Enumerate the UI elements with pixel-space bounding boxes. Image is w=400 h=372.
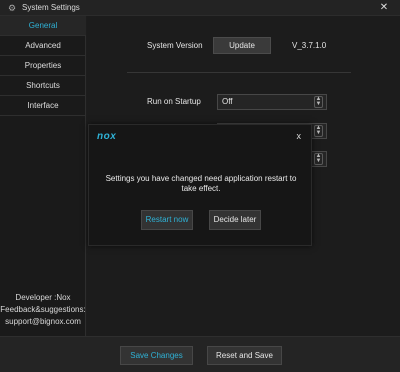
chevron-updown-icon: ▲ ▼ (314, 153, 323, 165)
system-version-label: System Version (147, 41, 203, 50)
decide-later-button[interactable]: Decide later (209, 210, 261, 230)
sidebar-item-general[interactable]: General (0, 16, 86, 36)
window-title: System Settings (22, 3, 80, 12)
close-icon[interactable]: ✕ (378, 1, 390, 15)
sidebar-item-interface[interactable]: Interface (0, 96, 86, 116)
run-on-startup-value: Off (222, 97, 233, 106)
dialog-close-icon[interactable]: x (297, 131, 302, 141)
run-on-startup-select[interactable]: Off ▲ ▼ (217, 94, 327, 110)
chevron-updown-icon: ▲ ▼ (314, 96, 323, 108)
sidebar-item-properties[interactable]: Properties (0, 56, 86, 76)
run-on-startup-label: Run on Startup (147, 97, 201, 106)
divider (127, 72, 351, 73)
footer-bar: Save Changes Reset and Save (0, 336, 400, 372)
chevron-updown-icon: ▲ ▼ (314, 125, 323, 137)
sidebar-item-advanced[interactable]: Advanced (0, 36, 86, 56)
save-changes-button[interactable]: Save Changes (120, 346, 193, 365)
sidebar: General Advanced Properties Shortcuts In… (0, 16, 86, 336)
version-value: V_3.7.1.0 (292, 41, 327, 50)
restart-dialog: nox x Settings you have changed need app… (88, 124, 312, 246)
nox-logo: nox (97, 131, 117, 142)
support-email: support@bignox.com (5, 317, 81, 326)
gear-icon: ⚙ (8, 3, 17, 13)
sidebar-item-shortcuts[interactable]: Shortcuts (0, 76, 86, 96)
dialog-message: Settings you have changed need applicati… (105, 174, 297, 193)
reset-and-save-button[interactable]: Reset and Save (207, 346, 282, 365)
restart-now-button[interactable]: Restart now (141, 210, 193, 230)
title-bar: ⚙ System Settings ✕ (0, 0, 400, 16)
update-button[interactable]: Update (213, 37, 271, 54)
